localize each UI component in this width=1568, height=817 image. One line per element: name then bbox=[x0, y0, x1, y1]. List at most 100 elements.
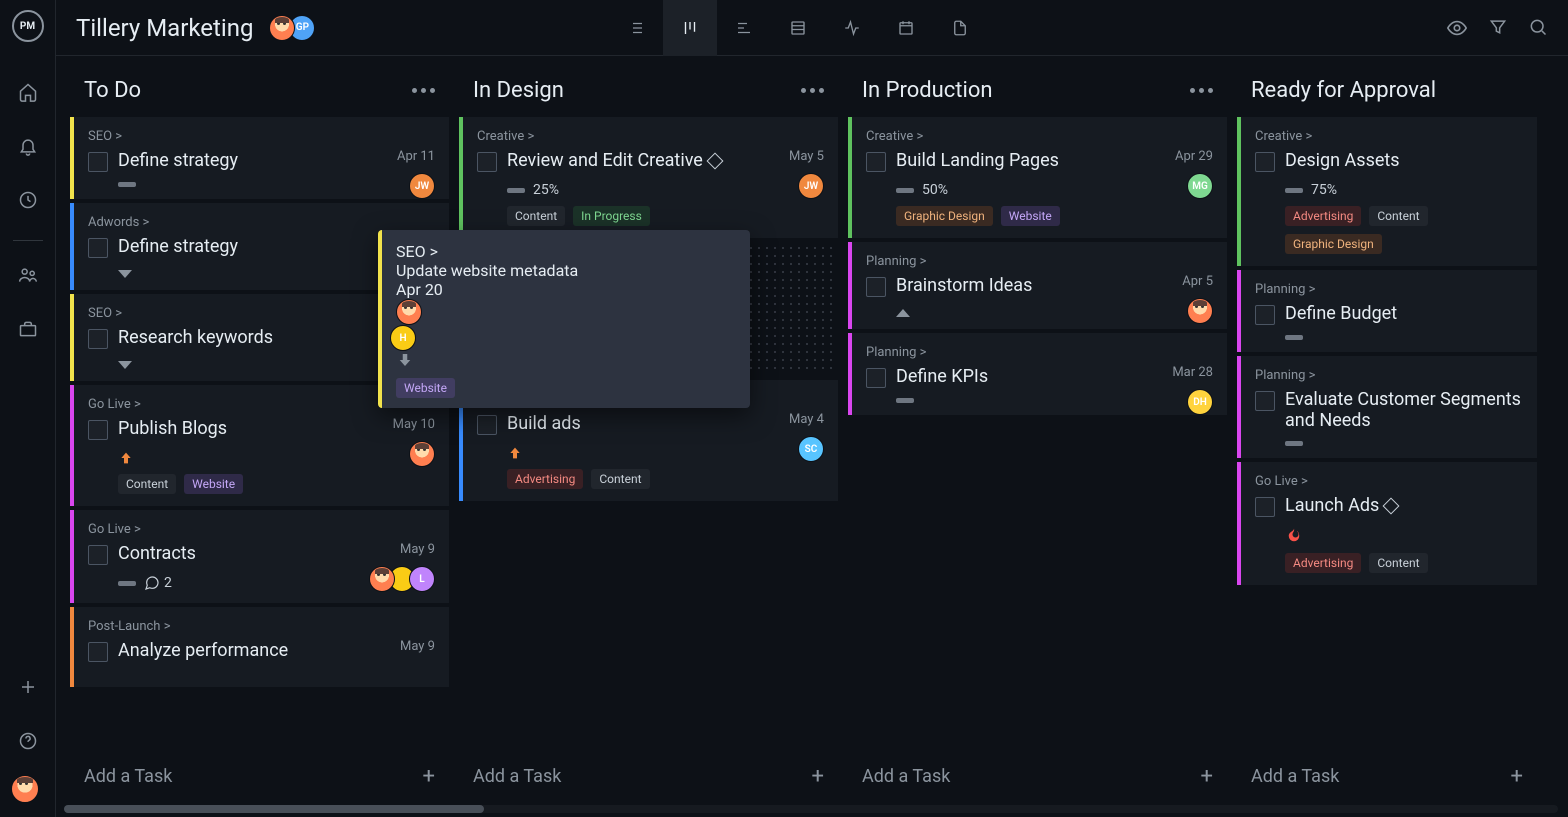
task-card[interactable]: Creative >Review and Edit CreativeMay 5J… bbox=[459, 117, 838, 238]
avatar[interactable] bbox=[409, 441, 435, 467]
tag[interactable]: Graphic Design bbox=[1285, 234, 1382, 254]
add-task-button[interactable]: Add a Task+ bbox=[459, 750, 838, 803]
comments-count[interactable]: 2 bbox=[144, 575, 172, 591]
tag[interactable]: Advertising bbox=[1285, 206, 1361, 226]
task-meta bbox=[896, 398, 1213, 403]
plus-icon[interactable] bbox=[8, 667, 48, 707]
task-checkbox[interactable] bbox=[1255, 152, 1275, 172]
card-category: Planning > bbox=[866, 254, 1213, 269]
task-card[interactable]: Creative >Build Landing PagesApr 29MG50%… bbox=[848, 117, 1227, 238]
task-avatars: SC bbox=[798, 436, 824, 462]
column-menu-icon[interactable] bbox=[1190, 88, 1213, 93]
task-date: May 4 bbox=[789, 412, 824, 427]
task-checkbox[interactable] bbox=[477, 415, 497, 435]
board-column: In DesignCreative >Review and Edit Creat… bbox=[459, 70, 838, 803]
column-header: To Do bbox=[70, 70, 449, 117]
chevron-down-icon bbox=[118, 270, 132, 278]
task-checkbox[interactable] bbox=[88, 545, 108, 565]
tag[interactable]: Content bbox=[1369, 206, 1427, 226]
task-checkbox[interactable] bbox=[866, 277, 886, 297]
task-date: Apr 29 bbox=[1175, 149, 1213, 164]
avatar[interactable]: JW bbox=[409, 173, 435, 199]
card-category: Planning > bbox=[1255, 368, 1523, 383]
avatar[interactable]: SC bbox=[798, 436, 824, 462]
progress-bar bbox=[507, 188, 525, 193]
add-task-button[interactable]: Add a Task+ bbox=[1237, 750, 1537, 803]
task-title: Update website metadata bbox=[396, 261, 736, 280]
tag[interactable]: Content bbox=[118, 474, 176, 494]
search-icon[interactable] bbox=[1528, 17, 1548, 39]
chevron-down-icon bbox=[118, 361, 132, 369]
task-checkbox[interactable] bbox=[477, 152, 497, 172]
tag[interactable]: In Progress bbox=[573, 206, 650, 226]
task-card[interactable]: Planning >Brainstorm IdeasApr 5 bbox=[848, 242, 1227, 329]
task-checkbox[interactable] bbox=[866, 152, 886, 172]
task-checkbox[interactable] bbox=[88, 329, 108, 349]
calendar-view-icon[interactable] bbox=[879, 0, 933, 56]
tag[interactable]: Advertising bbox=[507, 469, 583, 489]
table-view-icon[interactable] bbox=[771, 0, 825, 56]
tag[interactable]: Graphic Design bbox=[896, 206, 993, 226]
bell-icon[interactable] bbox=[8, 126, 48, 166]
dragging-card[interactable]: SEO > Update website metadata Apr 20 H W… bbox=[378, 230, 750, 408]
task-card[interactable]: Post-Launch >Analyze performanceMay 9 bbox=[70, 607, 449, 687]
tag[interactable]: Advertising bbox=[1285, 553, 1361, 573]
avatar[interactable] bbox=[369, 566, 395, 592]
task-card[interactable]: Go Live >ContractsMay 9L2 bbox=[70, 510, 449, 603]
task-checkbox[interactable] bbox=[866, 368, 886, 388]
app-logo[interactable]: PM bbox=[12, 10, 44, 42]
avatar[interactable]: MG bbox=[1187, 173, 1213, 199]
horizontal-scrollbar[interactable] bbox=[64, 805, 1558, 813]
column-menu-icon[interactable] bbox=[801, 88, 824, 93]
progress-percent: 75% bbox=[1311, 182, 1337, 198]
task-tags: Content In Progress bbox=[507, 206, 824, 226]
avatar[interactable]: JW bbox=[798, 173, 824, 199]
list-view-icon[interactable] bbox=[609, 0, 663, 56]
task-avatars: H bbox=[396, 299, 736, 351]
task-card[interactable]: Creative >Design Assets75%AdvertisingCon… bbox=[1237, 117, 1537, 266]
card-category: Go Live > bbox=[88, 522, 435, 537]
card-category: Creative > bbox=[1255, 129, 1523, 144]
task-checkbox[interactable] bbox=[88, 152, 108, 172]
task-checkbox[interactable] bbox=[1255, 305, 1275, 325]
task-checkbox[interactable] bbox=[1255, 497, 1275, 517]
avatar[interactable] bbox=[396, 299, 422, 325]
activity-view-icon[interactable] bbox=[825, 0, 879, 56]
task-checkbox[interactable] bbox=[88, 642, 108, 662]
task-checkbox[interactable] bbox=[88, 238, 108, 258]
add-task-button[interactable]: Add a Task+ bbox=[848, 750, 1227, 803]
tag[interactable]: Content bbox=[507, 206, 565, 226]
card-category: Post-Launch > bbox=[88, 619, 435, 634]
tag[interactable]: Website bbox=[1001, 206, 1060, 226]
task-card[interactable]: Planning >Define KPIsMar 28DH bbox=[848, 333, 1227, 415]
task-checkbox[interactable] bbox=[88, 420, 108, 440]
filter-icon[interactable] bbox=[1488, 17, 1508, 39]
clock-icon[interactable] bbox=[8, 180, 48, 220]
files-view-icon[interactable] bbox=[933, 0, 987, 56]
avatar[interactable] bbox=[269, 15, 295, 41]
task-card[interactable]: Planning >Evaluate Customer Segments and… bbox=[1237, 356, 1537, 458]
task-card[interactable]: Planning >Define Budget bbox=[1237, 270, 1537, 352]
tag[interactable]: Content bbox=[591, 469, 649, 489]
task-card[interactable]: SEO >Define strategyApr 11JW bbox=[70, 117, 449, 199]
task-card[interactable]: Go Live >Launch AdsAdvertisingContent bbox=[1237, 462, 1537, 585]
column-menu-icon[interactable] bbox=[412, 88, 435, 93]
board-view-icon[interactable] bbox=[663, 0, 717, 56]
user-avatar[interactable] bbox=[11, 775, 39, 803]
tag[interactable]: Website bbox=[184, 474, 243, 494]
avatar[interactable]: H bbox=[390, 325, 416, 351]
gantt-view-icon[interactable] bbox=[717, 0, 771, 56]
task-checkbox[interactable] bbox=[1255, 391, 1275, 411]
add-task-button[interactable]: Add a Task+ bbox=[70, 750, 449, 803]
eye-icon[interactable] bbox=[1446, 17, 1468, 39]
tag[interactable]: Content bbox=[1369, 553, 1427, 573]
project-members[interactable]: GP bbox=[269, 15, 315, 41]
task-meta bbox=[507, 445, 824, 461]
home-icon[interactable] bbox=[8, 72, 48, 112]
briefcase-icon[interactable] bbox=[8, 309, 48, 349]
avatar[interactable]: DH bbox=[1187, 389, 1213, 415]
help-icon[interactable] bbox=[8, 721, 48, 761]
avatar[interactable] bbox=[1187, 298, 1213, 324]
avatar[interactable]: L bbox=[409, 566, 435, 592]
people-icon[interactable] bbox=[8, 255, 48, 295]
